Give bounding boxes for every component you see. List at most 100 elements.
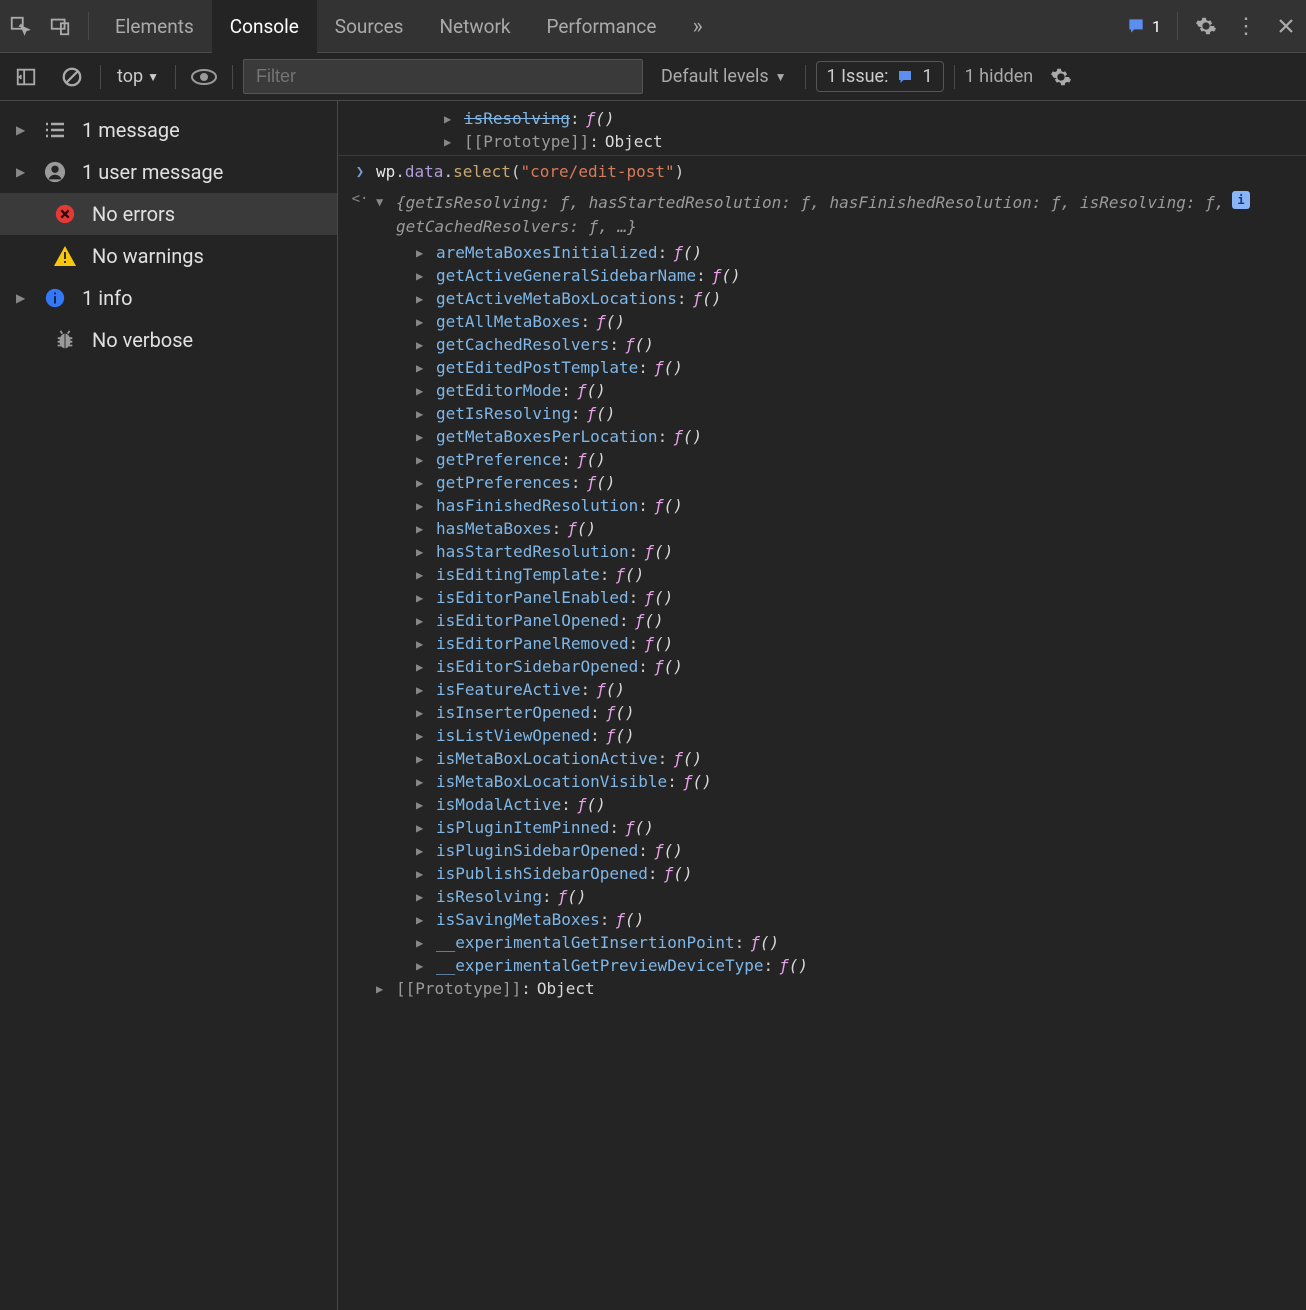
divider	[805, 65, 806, 89]
object-property[interactable]: ▶isResolving: ƒ ()	[416, 885, 1298, 908]
object-property[interactable]: ▶getIsResolving: ƒ ()	[416, 402, 1298, 425]
property-value: ƒ	[587, 404, 597, 423]
object-property[interactable]: ▶getAllMetaBoxes: ƒ ()	[416, 310, 1298, 333]
object-property[interactable]: ▶isPluginItemPinned: ƒ ()	[416, 816, 1298, 839]
messages-badge[interactable]: 1	[1118, 16, 1169, 36]
levels-label: Default levels	[661, 66, 769, 87]
chevron-right-icon: ▶	[416, 430, 428, 444]
chevron-right-icon: ▶	[416, 821, 428, 835]
object-property[interactable]: ▶isEditorPanelEnabled: ƒ ()	[416, 586, 1298, 609]
live-expression-icon[interactable]	[186, 59, 222, 95]
console-settings-icon[interactable]	[1043, 59, 1079, 95]
object-property[interactable]: ▶isPublishSidebarOpened: ƒ ()	[416, 862, 1298, 885]
sidebar-item-label: No errors	[92, 202, 175, 226]
inspect-icon[interactable]	[0, 0, 40, 53]
object-property[interactable]: ▶isEditorPanelRemoved: ƒ ()	[416, 632, 1298, 655]
object-property[interactable]: ▶isEditorPanelOpened: ƒ ()	[416, 609, 1298, 632]
kebab-menu-icon[interactable]: ⋮	[1226, 0, 1266, 53]
chevron-down-icon: ▼	[376, 195, 388, 209]
clear-console-icon[interactable]	[54, 59, 90, 95]
property-name: isInserterOpened	[436, 703, 590, 722]
property-name: getIsResolving	[436, 404, 571, 423]
tab-console[interactable]: Console	[212, 0, 317, 53]
object-property[interactable]: ▶getEditorMode: ƒ ()	[416, 379, 1298, 402]
property-value: ƒ	[577, 450, 587, 469]
property-name: isSavingMetaBoxes	[436, 910, 600, 929]
device-toggle-icon[interactable]	[40, 0, 80, 53]
object-property[interactable]: ▶isFeatureActive: ƒ ()	[416, 678, 1298, 701]
user-icon	[42, 159, 68, 185]
property-name: isPluginSidebarOpened	[436, 841, 638, 860]
sidebar-item-errors[interactable]: No errors	[0, 193, 337, 235]
more-tabs-icon[interactable]: »	[674, 0, 720, 53]
property-name: hasMetaBoxes	[436, 519, 552, 538]
object-property[interactable]: ▶getActiveGeneralSidebarName: ƒ ()	[416, 264, 1298, 287]
sidebar-item-user-messages[interactable]: ▶ 1 user message	[0, 151, 337, 193]
settings-icon[interactable]	[1186, 0, 1226, 53]
object-property[interactable]: ▶getEditedPostTemplate: ƒ ()	[416, 356, 1298, 379]
property-value: ƒ	[673, 243, 683, 262]
close-icon[interactable]	[1266, 0, 1306, 53]
property-value: ƒ	[606, 726, 616, 745]
object-summary[interactable]: ▼ {getIsResolving: ƒ, hasStartedResoluti…	[376, 189, 1298, 241]
object-property[interactable]: ▶getActiveMetaBoxLocations: ƒ ()	[416, 287, 1298, 310]
object-property[interactable]: ▶ [[Prototype]]: Object	[444, 130, 1298, 153]
log-levels-selector[interactable]: Default levels ▼	[653, 66, 795, 87]
object-property[interactable]: ▶isSavingMetaBoxes: ƒ ()	[416, 908, 1298, 931]
property-name: getActiveMetaBoxLocations	[436, 289, 677, 308]
tab-network[interactable]: Network	[421, 0, 528, 53]
sidebar-item-label: No verbose	[92, 328, 193, 352]
property-name: isEditorPanelOpened	[436, 611, 619, 630]
property-value: ƒ	[644, 588, 654, 607]
console-toolbar: top ▼ Default levels ▼ 1 Issue: 1 1 hidd…	[0, 53, 1306, 101]
sidebar-item-warnings[interactable]: No warnings	[0, 235, 337, 277]
property-name: isEditorPanelEnabled	[436, 588, 629, 607]
filter-input[interactable]	[243, 59, 643, 94]
object-property[interactable]: ▶isModalActive: ƒ ()	[416, 793, 1298, 816]
object-property[interactable]: ▶hasMetaBoxes: ƒ ()	[416, 517, 1298, 540]
tab-elements[interactable]: Elements	[97, 0, 212, 53]
property-value: ƒ	[654, 657, 664, 676]
context-selector[interactable]: top ▼	[111, 66, 165, 87]
property-name: getEditedPostTemplate	[436, 358, 638, 377]
object-property[interactable]: ▶isInserterOpened: ƒ ()	[416, 701, 1298, 724]
object-property[interactable]: ▶__experimentalGetInsertionPoint: ƒ ()	[416, 931, 1298, 954]
object-property[interactable]: ▶getPreference: ƒ ()	[416, 448, 1298, 471]
divider	[88, 12, 89, 40]
info-badge-icon[interactable]: i	[1232, 191, 1250, 209]
divider	[175, 65, 176, 89]
object-property[interactable]: ▶isMetaBoxLocationVisible: ƒ ()	[416, 770, 1298, 793]
property-name: isEditingTemplate	[436, 565, 600, 584]
property-name: isModalActive	[436, 795, 561, 814]
sidebar-item-verbose[interactable]: No verbose	[0, 319, 337, 361]
object-property[interactable]: ▶ [[Prototype]]: Object	[338, 977, 1298, 1000]
issues-button[interactable]: 1 Issue: 1	[816, 61, 944, 92]
property-value: ƒ	[625, 818, 635, 837]
object-property[interactable]: ▶__experimentalGetPreviewDeviceType: ƒ (…	[416, 954, 1298, 977]
object-property[interactable]: ▶getMetaBoxesPerLocation: ƒ ()	[416, 425, 1298, 448]
tab-sources[interactable]: Sources	[317, 0, 422, 53]
object-property[interactable]: ▶hasFinishedResolution: ƒ ()	[416, 494, 1298, 517]
object-property[interactable]: ▶hasStartedResolution: ƒ ()	[416, 540, 1298, 563]
object-property[interactable]: ▶getCachedResolvers: ƒ ()	[416, 333, 1298, 356]
object-property[interactable]: ▶isEditorSidebarOpened: ƒ ()	[416, 655, 1298, 678]
chevron-right-icon: ▶	[416, 568, 428, 582]
sidebar-item-label: 1 user message	[82, 160, 223, 184]
sidebar-toggle-icon[interactable]	[8, 59, 44, 95]
chevron-down-icon: ▼	[775, 70, 787, 84]
object-property[interactable]: ▶isEditingTemplate: ƒ ()	[416, 563, 1298, 586]
object-property[interactable]: ▶ isResolving: ƒ ()	[444, 107, 1298, 130]
object-property[interactable]: ▶isPluginSidebarOpened: ƒ ()	[416, 839, 1298, 862]
object-property[interactable]: ▶getPreferences: ƒ ()	[416, 471, 1298, 494]
object-property[interactable]: ▶isListViewOpened: ƒ ()	[416, 724, 1298, 747]
sidebar-item-messages[interactable]: ▶ 1 message	[0, 109, 337, 151]
console-command-row: ❯ wp.data.select("core/edit-post")	[338, 155, 1306, 183]
object-property[interactable]: ▶isMetaBoxLocationActive: ƒ ()	[416, 747, 1298, 770]
property-value: Object	[537, 979, 595, 998]
sidebar-item-label: 1 message	[82, 118, 180, 142]
object-property[interactable]: ▶areMetaBoxesInitialized: ƒ ()	[416, 241, 1298, 264]
sidebar-item-info[interactable]: ▶ 1 info	[0, 277, 337, 319]
tab-performance[interactable]: Performance	[529, 0, 675, 53]
console-output[interactable]: ▶ isResolving: ƒ () ▶ [[Prototype]]: Obj…	[338, 101, 1306, 1310]
chevron-right-icon: ▶	[416, 453, 428, 467]
